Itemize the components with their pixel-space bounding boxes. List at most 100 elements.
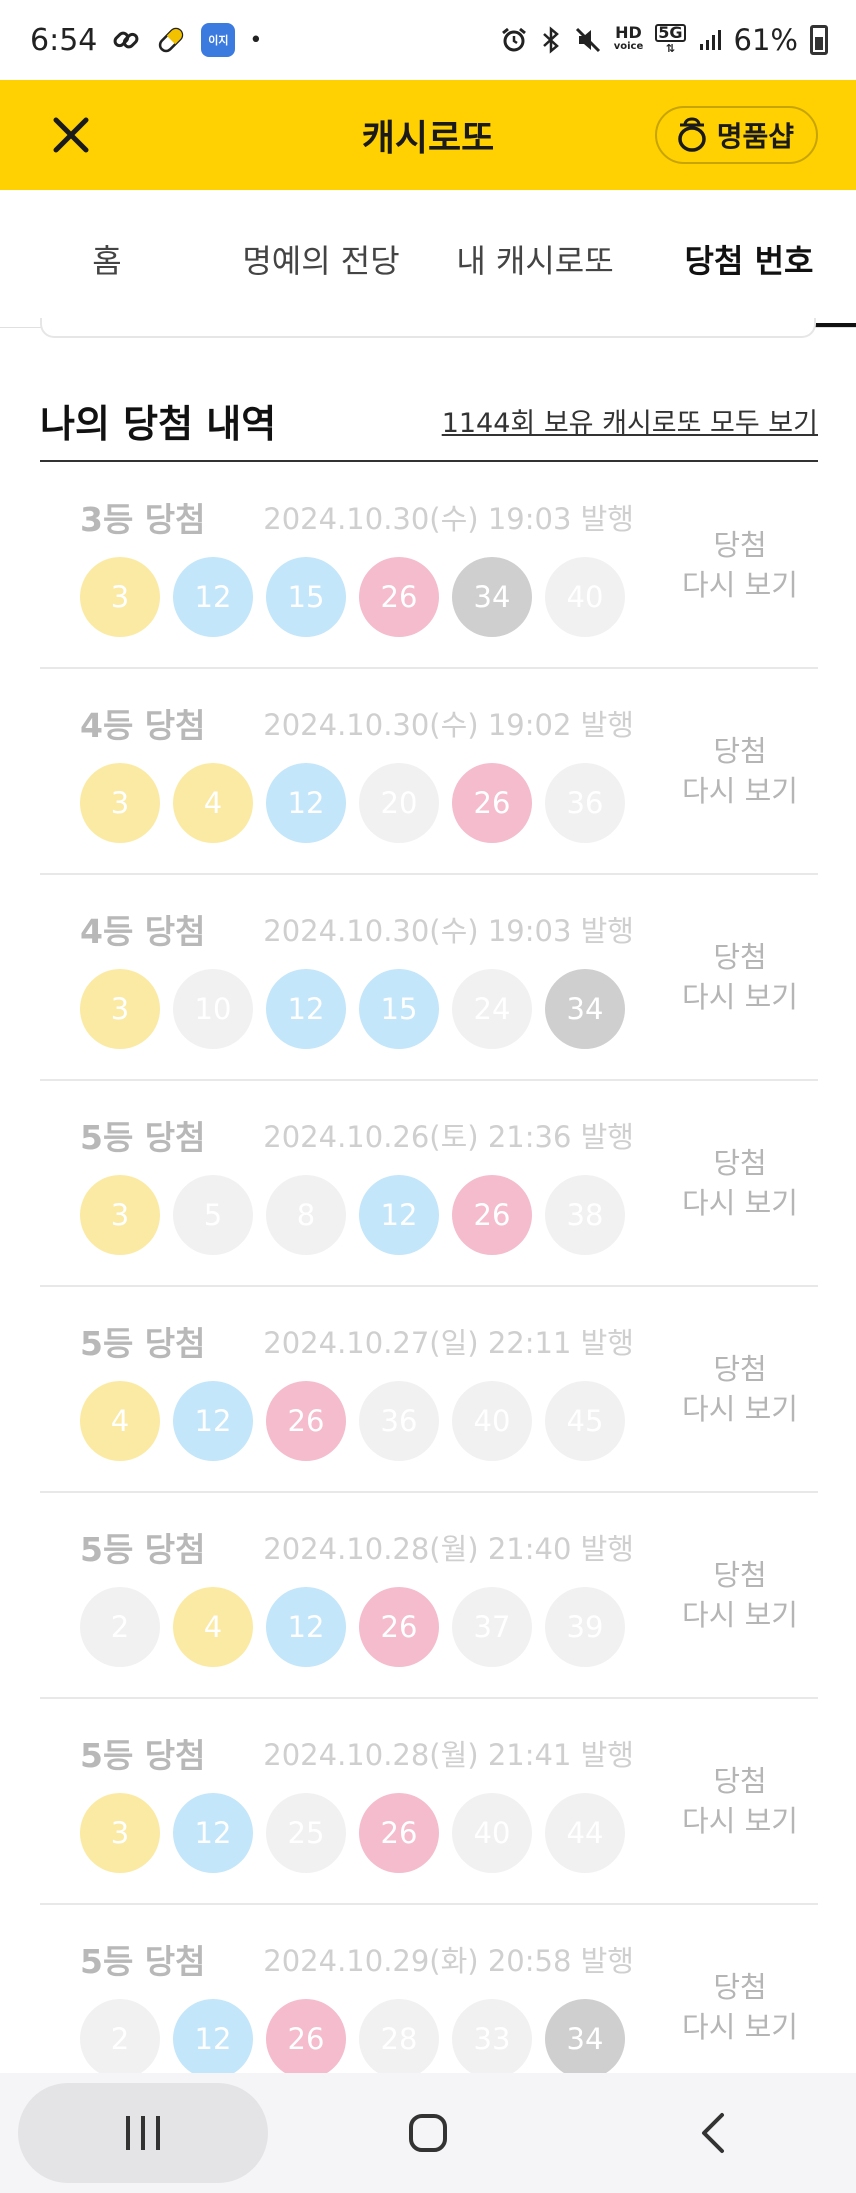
lotto-ball: 38	[545, 1175, 625, 1255]
section-title: 나의 당첨 내역	[40, 401, 277, 446]
win-row: 4등 당첨 2024.10.30(수) 19:03 발행 3 10 12 15 24 34…	[40, 875, 818, 1081]
win-row: 3등 당첨 2024.10.30(수) 19:03 발행 3 12 15 26 34 40…	[40, 463, 818, 669]
app-header: 캐시로또 명품샵	[0, 80, 856, 190]
issue-datetime: 2024.10.30(수) 19:03 발행	[263, 502, 634, 536]
ball-group: 3 12 15 26 34 40	[80, 557, 662, 637]
replay-win-button[interactable]: 당첨 다시 보기	[662, 1287, 818, 1491]
lotto-ball: 3	[80, 1793, 160, 1873]
lotto-ball: 12	[173, 557, 253, 637]
lotto-ball: 12	[266, 763, 346, 843]
replay-win-button[interactable]: 당첨 다시 보기	[662, 669, 818, 873]
lotto-ball: 34	[545, 1999, 625, 2079]
lotto-ball: 12	[359, 1175, 439, 1255]
lotto-ball: 26	[452, 763, 532, 843]
lotto-ball: 15	[266, 557, 346, 637]
replay-label-line2: 다시 보기	[682, 774, 798, 808]
replay-label-line1: 당첨	[713, 940, 767, 974]
status-bar-left: 6:54 이지 •	[30, 23, 262, 58]
replay-label-line2: 다시 보기	[682, 1598, 798, 1632]
lotto-ball: 26	[359, 557, 439, 637]
replay-label-line1: 당첨	[713, 1352, 767, 1386]
lotto-ball: 12	[173, 1793, 253, 1873]
win-meta: 4등 당첨 2024.10.30(수) 19:03 발행	[80, 905, 662, 953]
luxury-shop-button[interactable]: 명품샵	[654, 106, 818, 164]
replay-win-button[interactable]: 당첨 다시 보기	[662, 875, 818, 1079]
network-label: 5G	[655, 24, 686, 42]
lotto-ball: 5	[173, 1175, 253, 1255]
close-button[interactable]	[44, 108, 98, 162]
win-rank: 3등 당첨	[80, 500, 206, 539]
status-time: 6:54	[30, 22, 98, 58]
link-icon	[111, 25, 141, 55]
win-info: 5등 당첨 2024.10.27(일) 22:11 발행 4 12 26 36 40 45	[40, 1287, 662, 1491]
replay-win-button[interactable]: 당첨 다시 보기	[662, 1699, 818, 1903]
hd-voice-icon: HD voice	[613, 25, 644, 54]
tab-home[interactable]: 홈	[0, 190, 214, 328]
lotto-ball: 39	[545, 1587, 625, 1667]
lotto-ball: 3	[80, 969, 160, 1049]
win-rank: 4등 당첨	[80, 706, 206, 745]
voice-label: voice	[613, 41, 644, 52]
lotto-ball: 37	[452, 1587, 532, 1667]
lotto-ball: 44	[545, 1793, 625, 1873]
lotto-ball: 12	[266, 969, 346, 1049]
replay-label-line2: 다시 보기	[682, 1186, 798, 1220]
bluetooth-icon	[540, 26, 562, 54]
replay-win-button[interactable]: 당첨 다시 보기	[662, 1081, 818, 1285]
issue-datetime: 2024.10.28(월) 21:40 발행	[263, 1532, 634, 1566]
win-rank: 4등 당첨	[80, 912, 206, 951]
battery-icon	[810, 25, 828, 55]
win-row: 5등 당첨 2024.10.28(월) 21:41 발행 3 12 25 26 40 44…	[40, 1699, 818, 1905]
win-meta: 5등 당첨 2024.10.29(화) 20:58 발행	[80, 1935, 662, 1983]
battery-percent: 61%	[733, 23, 798, 57]
replay-win-button[interactable]: 당첨 다시 보기	[662, 463, 818, 667]
win-meta: 4등 당첨 2024.10.30(수) 19:02 발행	[80, 699, 662, 747]
tab-my-cash-lotto[interactable]: 내 캐시로또	[428, 190, 642, 328]
tab-hall-of-fame[interactable]: 명예의 전당	[214, 190, 428, 328]
win-info: 5등 당첨 2024.10.28(월) 21:41 발행 3 12 25 26 40 44	[40, 1699, 662, 1903]
lotto-ball: 40	[452, 1793, 532, 1873]
ball-group: 2 12 26 28 33 34	[80, 1999, 662, 2079]
shop-label: 명품샵	[716, 120, 794, 153]
home-icon	[408, 2114, 447, 2152]
alarm-icon	[500, 26, 528, 54]
replay-label-line2: 다시 보기	[682, 568, 798, 602]
lotto-ball: 4	[80, 1381, 160, 1461]
lotto-ball: 24	[452, 969, 532, 1049]
ball-group: 3 4 12 20 26 36	[80, 763, 662, 843]
issue-datetime: 2024.10.27(일) 22:11 발행	[263, 1326, 634, 1360]
win-info: 4등 당첨 2024.10.30(수) 19:02 발행 3 4 12 20 26 36	[40, 669, 662, 873]
lotto-ball: 26	[266, 1381, 346, 1461]
tab-winning-numbers[interactable]: 당첨 번호	[642, 190, 856, 328]
back-button[interactable]	[588, 2083, 838, 2183]
win-rank: 5등 당첨	[80, 1530, 206, 1569]
lotto-ball: 20	[359, 763, 439, 843]
app-notification-icon: 이지	[201, 23, 236, 57]
lotto-ball: 15	[359, 969, 439, 1049]
win-info: 3등 당첨 2024.10.30(수) 19:03 발행 3 12 15 26 34 40	[40, 463, 662, 667]
previous-card-edge	[40, 318, 816, 338]
recent-apps-button[interactable]	[17, 2083, 268, 2183]
tab-bar: 홈 명예의 전당 내 캐시로또 당첨 번호	[0, 190, 856, 328]
lotto-ball: 8	[266, 1175, 346, 1255]
view-all-link[interactable]: 1144회 보유 캐시로또 모두 보기	[442, 401, 818, 440]
replay-label-line2: 다시 보기	[682, 1804, 798, 1838]
network-5g-icon: 5G ⇅	[655, 24, 686, 56]
lotto-ball: 26	[359, 1587, 439, 1667]
status-bar-right: HD voice 5G ⇅ 61%	[500, 23, 828, 57]
lotto-ball: 26	[359, 1793, 439, 1873]
replay-win-button[interactable]: 당첨 다시 보기	[662, 1493, 818, 1697]
lotto-ball: 25	[266, 1793, 346, 1873]
lotto-ball: 26	[452, 1175, 532, 1255]
win-info: 5등 당첨 2024.10.26(토) 21:36 발행 3 5 8 12 26 38	[40, 1081, 662, 1285]
issue-datetime: 2024.10.30(수) 19:03 발행	[263, 914, 634, 948]
issue-datetime: 2024.10.28(월) 21:41 발행	[263, 1738, 634, 1772]
replay-label-line1: 당첨	[713, 1970, 767, 2004]
lotto-ball: 12	[266, 1587, 346, 1667]
status-dot: •	[249, 27, 263, 53]
win-history-list: 3등 당첨 2024.10.30(수) 19:03 발행 3 12 15 26 34 40…	[40, 463, 818, 2111]
home-button[interactable]	[303, 2083, 553, 2183]
ball-group: 2 4 12 26 37 39	[80, 1587, 662, 1667]
lotto-ball: 4	[173, 1587, 253, 1667]
lotto-ball: 45	[545, 1381, 625, 1461]
